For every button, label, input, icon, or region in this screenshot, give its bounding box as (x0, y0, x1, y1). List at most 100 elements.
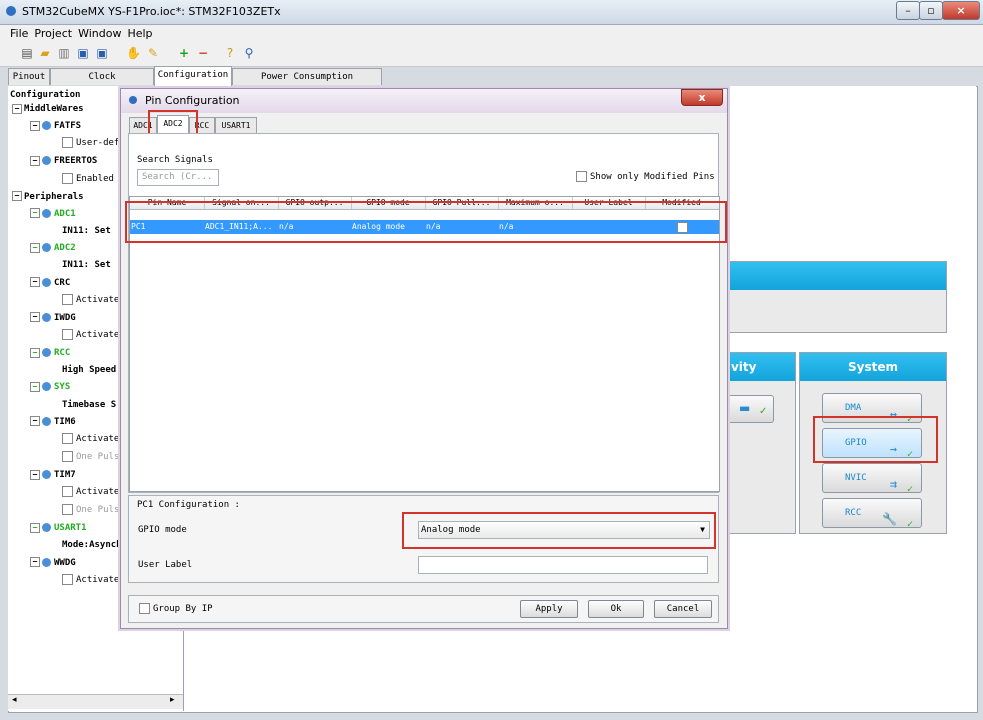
tree-checkbox[interactable] (62, 172, 73, 184)
minimize-button[interactable]: – (896, 1, 920, 20)
tree-item[interactable]: IN11: Set (62, 258, 111, 272)
tab-usart1[interactable]: USART1 (215, 117, 257, 133)
help-icon[interactable]: ? (223, 46, 237, 60)
collapse-icon[interactable]: − (30, 381, 40, 392)
maximize-button[interactable]: ▫ (919, 1, 943, 20)
gear-icon (42, 523, 51, 533)
tab-configuration[interactable]: Configuration (154, 66, 232, 86)
tree-item[interactable]: Activated (62, 485, 125, 499)
collapse-icon[interactable]: − (12, 191, 22, 202)
tree-item[interactable]: Activated (62, 573, 125, 587)
tree-item[interactable]: High Speed (62, 363, 116, 377)
tree-item[interactable]: − WWDG (30, 556, 76, 570)
menu-file[interactable]: File (10, 25, 28, 42)
tree-item[interactable]: − FREERTOS (30, 154, 97, 168)
group-by-ip-toggle[interactable]: Group By IP (139, 603, 213, 614)
tree-item[interactable]: − SYS (30, 380, 70, 394)
close-file-icon[interactable]: ▥ (57, 46, 71, 60)
tree-item[interactable]: User-defi (62, 136, 125, 150)
tree-item[interactable]: − ADC2 (30, 241, 76, 255)
collapse-icon[interactable]: − (30, 155, 40, 166)
ok-button[interactable]: Ok (588, 600, 644, 618)
tree-item[interactable]: Enabled (62, 172, 114, 186)
tree-item[interactable]: Activated (62, 432, 125, 446)
tree-item[interactable]: − TIM6 (30, 415, 76, 429)
close-window-button[interactable]: × (942, 1, 980, 20)
menu-window[interactable]: Window (78, 25, 121, 42)
tab-pinout[interactable]: Pinout (8, 68, 50, 85)
rcc-button[interactable]: RCC 🔧 ✓ (822, 498, 922, 530)
open-folder-icon[interactable]: ▰ (38, 46, 52, 60)
collapse-icon[interactable]: − (30, 312, 40, 323)
tree-item[interactable]: Activated (62, 293, 125, 307)
add-icon[interactable]: + (177, 46, 191, 60)
tree-item[interactable]: − USART1 (30, 521, 87, 535)
generate-code-icon[interactable]: ✎ (146, 46, 160, 60)
tree-checkbox[interactable] (62, 451, 73, 462)
tree-item-label: MiddleWares (24, 104, 84, 114)
collapse-icon[interactable]: − (30, 557, 40, 568)
tree-item[interactable]: − TIM7 (30, 468, 76, 482)
dialog-close-button[interactable]: x (681, 89, 723, 106)
collapse-icon[interactable]: − (30, 469, 40, 480)
cancel-button[interactable]: Cancel (654, 600, 712, 618)
new-file-icon[interactable]: ▤ (20, 46, 34, 60)
tree-item[interactable]: Activated (62, 328, 125, 342)
tree-item[interactable]: Mode:Asynch (62, 538, 122, 552)
collapse-icon[interactable]: − (30, 242, 40, 253)
search-input[interactable]: Search (Cr... (137, 169, 219, 186)
remove-icon[interactable]: − (196, 46, 210, 60)
scroll-left-icon[interactable]: ◂ (12, 695, 17, 705)
tree-checkbox[interactable] (62, 329, 73, 340)
tree-item[interactable]: − MiddleWares (12, 102, 84, 116)
tree-checkbox[interactable] (62, 433, 73, 444)
menu-project[interactable]: Project (34, 25, 72, 42)
tree-checkbox[interactable] (62, 486, 73, 498)
tab-power-consumption[interactable]: Power Consumption Calculator (232, 68, 382, 98)
collapse-icon[interactable]: − (30, 208, 40, 219)
tree-item[interactable]: − RCC (30, 346, 70, 360)
tree-item[interactable]: − Peripherals (12, 190, 84, 204)
search-icon[interactable]: ⚲ (242, 46, 256, 60)
dialog-app-icon (129, 96, 137, 104)
apply-button[interactable]: Apply (520, 600, 578, 618)
nvic-button[interactable]: NVIC ⇉ ✓ (822, 463, 922, 495)
tree-checkbox[interactable] (62, 137, 73, 149)
save-as-icon[interactable]: ▣ (95, 46, 109, 60)
collapse-icon[interactable]: − (30, 347, 40, 358)
tree-item[interactable]: − IWDG (30, 311, 76, 325)
show-modified-checkbox[interactable] (576, 171, 587, 182)
tree-item[interactable]: − FATFS (30, 119, 81, 133)
tree-horizontal-scrollbar[interactable]: ◂ ▸ (8, 694, 183, 709)
scroll-right-icon[interactable]: ▸ (170, 695, 175, 705)
tab-clock-configuration[interactable]: Clock Configuration (50, 68, 154, 98)
user-label-input[interactable] (418, 556, 708, 574)
tree-item-label: IN11: Set (62, 260, 111, 271)
collapse-icon[interactable]: − (30, 120, 40, 131)
tree-item[interactable]: IN11: Set (62, 224, 111, 238)
tree-item[interactable]: Timebase S (62, 398, 116, 412)
window-title: STM32CubeMX YS-F1Pro.ioc*: STM32F103ZETx (22, 5, 281, 18)
tree-checkbox[interactable] (62, 504, 73, 516)
collapse-icon[interactable]: − (30, 416, 40, 427)
gear-icon (42, 382, 51, 392)
show-modified-toggle[interactable]: Show only Modified Pins (576, 171, 715, 182)
tree-checkbox[interactable] (62, 573, 73, 585)
nvic-label: NVIC (845, 473, 867, 483)
tree-item[interactable]: − ADC1 (30, 207, 76, 221)
generate-report-icon[interactable]: ✋ (126, 46, 141, 60)
collapse-icon[interactable]: − (30, 277, 40, 288)
tree-item-label: SYS (54, 382, 71, 393)
group-by-ip-checkbox[interactable] (139, 603, 150, 614)
save-icon[interactable]: ▣ (76, 46, 90, 60)
tree-item[interactable]: One Pulse (62, 450, 125, 464)
menu-help[interactable]: Help (127, 25, 152, 42)
collapse-icon[interactable]: − (12, 103, 22, 114)
rcc-label: RCC (845, 508, 862, 518)
tree-item[interactable]: One Pulse (62, 503, 125, 517)
tree-item[interactable]: − CRC (30, 276, 70, 290)
dialog-title-bar: Pin Configuration x (121, 89, 727, 113)
tree-checkbox[interactable] (62, 293, 73, 305)
collapse-icon[interactable]: − (30, 522, 40, 533)
connectivity-button[interactable]: ▬ ✓ (724, 395, 774, 423)
